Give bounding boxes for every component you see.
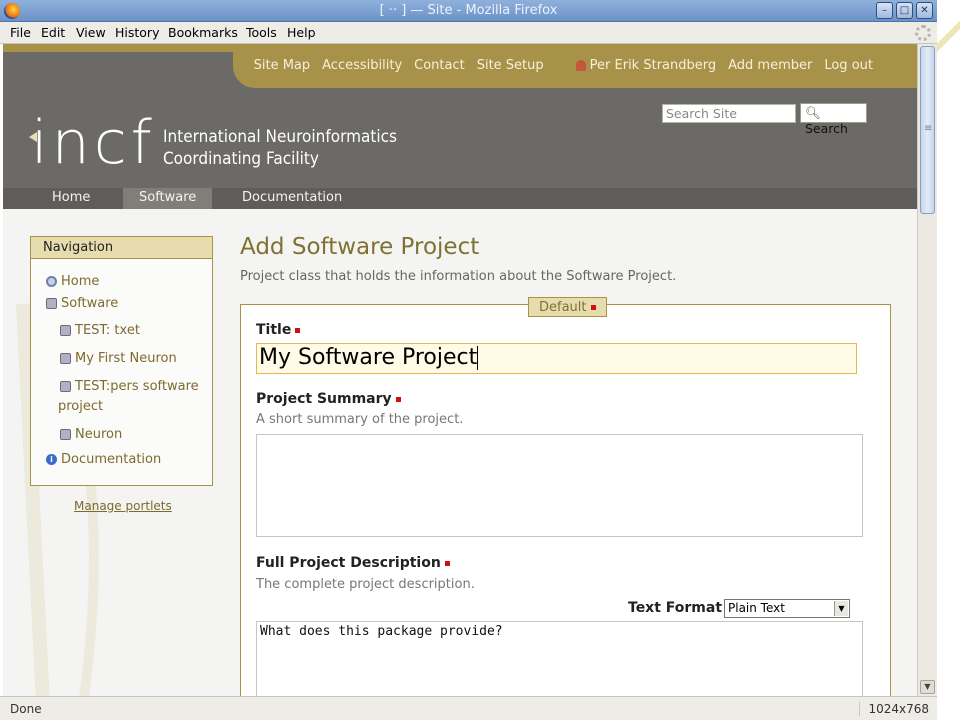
title-label: Title: [256, 322, 301, 338]
title-input[interactable]: My Software Project: [256, 343, 857, 374]
title-input-value: My Software Project: [259, 345, 478, 370]
summary-label-text: Project Summary: [256, 391, 392, 407]
scroll-down-arrow-icon[interactable]: ▼: [920, 680, 935, 694]
fieldset-legend[interactable]: Default: [528, 297, 607, 317]
software-icon: [46, 298, 57, 309]
close-button[interactable]: ✕: [916, 2, 933, 19]
status-text: Done: [10, 702, 42, 716]
summary-textarea[interactable]: [256, 434, 863, 537]
nav-item-test-txet[interactable]: TEST: txet: [60, 321, 140, 341]
menu-view[interactable]: View: [76, 25, 106, 40]
add-member-link[interactable]: Add member: [728, 58, 812, 73]
home-icon: [46, 276, 57, 287]
global-nav: Home Software Documentation: [3, 188, 917, 209]
nav-item-label-cont: project: [58, 399, 104, 414]
summary-label: Project Summary: [256, 391, 401, 407]
window-titlebar: [ ·· ] — Site - Mozilla Firefox – □ ✕: [0, 0, 937, 22]
maximize-button[interactable]: □: [896, 2, 913, 19]
required-marker: [590, 305, 596, 310]
page-description: Project class that holds the information…: [240, 269, 677, 284]
portlet-header: Navigation: [31, 237, 212, 259]
full-description-textarea[interactable]: What does this package provide?: [256, 621, 863, 696]
nav-item-my-first-neuron[interactable]: My First Neuron: [60, 349, 177, 369]
nav-item-label: TEST: txet: [75, 323, 140, 338]
text-format-select[interactable]: Plain Text ▼: [724, 599, 850, 618]
required-marker: [395, 396, 401, 402]
software-icon: [60, 325, 71, 336]
full-description-label: Full Project Description: [256, 555, 450, 571]
statusbar: Done 1024x768: [0, 696, 937, 720]
site-setup-link[interactable]: Site Setup: [477, 58, 544, 73]
search-button-label: Search: [805, 121, 848, 136]
menu-history[interactable]: History: [115, 25, 159, 40]
logo-name-line1: International Neuroinformatics: [163, 127, 398, 147]
desktop-decoration: [937, 17, 960, 103]
info-icon: i: [46, 454, 57, 465]
logo-name: International Neuroinformatics Coordinat…: [163, 126, 397, 170]
site-map-link[interactable]: Site Map: [254, 58, 311, 73]
software-icon: [60, 429, 71, 440]
page-viewport: Site Map Accessibility Contact Site Setu…: [3, 44, 917, 696]
text-format-value: Plain Text: [728, 601, 785, 615]
desktop-background: [937, 0, 960, 720]
nav-item-test-pers-cont[interactable]: project: [58, 397, 103, 417]
status-resolution: 1024x768: [859, 702, 929, 716]
nav-item-label: Neuron: [75, 427, 123, 442]
contact-link[interactable]: Contact: [414, 58, 465, 73]
text-caret: [477, 346, 479, 370]
required-marker: [295, 327, 301, 333]
minimize-button[interactable]: –: [876, 2, 893, 19]
full-description-help: The complete project description.: [256, 577, 475, 592]
legend-label: Default: [539, 300, 587, 315]
menubar: File Edit View History Bookmarks Tools H…: [0, 22, 937, 44]
full-description-label-text: Full Project Description: [256, 555, 441, 571]
user-icon: [575, 60, 586, 71]
tab-home[interactable]: Home: [36, 188, 106, 209]
nav-item-label: Home: [61, 274, 100, 289]
tab-software[interactable]: Software: [123, 188, 213, 209]
search-icon: 🔍︎: [805, 105, 821, 120]
menu-tools[interactable]: Tools: [246, 25, 277, 40]
window-title: [ ·· ] — Site - Mozilla Firefox: [379, 3, 558, 18]
nav-item-label: TEST:pers software: [75, 379, 199, 394]
title-label-text: Title: [256, 322, 292, 338]
nav-item-label: Documentation: [61, 452, 162, 467]
nav-item-label: Software: [61, 296, 119, 311]
menu-help[interactable]: Help: [287, 25, 316, 40]
software-icon: [60, 381, 71, 392]
nav-item-test-pers[interactable]: TEST:pers software: [60, 377, 199, 397]
summary-help: A short summary of the project.: [256, 412, 464, 427]
site-logo[interactable]: incf: [31, 108, 156, 178]
nav-item-neuron[interactable]: Neuron: [60, 425, 122, 445]
tab-documentation[interactable]: Documentation: [226, 188, 358, 209]
menu-bookmarks[interactable]: Bookmarks: [168, 25, 238, 40]
page-title: Add Software Project: [240, 234, 480, 260]
manage-portlets-link[interactable]: Manage portlets: [74, 499, 172, 513]
required-marker: [444, 560, 450, 566]
software-icon: [60, 353, 71, 364]
logo-name-line2: Coordinating Facility: [163, 149, 319, 169]
user-name: Per Erik Strandberg: [589, 58, 717, 73]
scrollbar-thumb[interactable]: [920, 46, 935, 214]
throbber-icon: [915, 25, 931, 41]
menu-edit[interactable]: Edit: [41, 25, 65, 40]
nav-item-home[interactable]: Home: [46, 272, 99, 292]
vertical-scrollbar[interactable]: ▼: [917, 44, 937, 696]
menu-file[interactable]: File: [10, 25, 31, 40]
accessibility-link[interactable]: Accessibility: [322, 58, 402, 73]
search-button[interactable]: 🔍︎Search: [800, 103, 867, 136]
nav-item-software[interactable]: Software: [46, 294, 118, 314]
logout-link[interactable]: Log out: [824, 58, 873, 73]
nav-item-documentation[interactable]: i Documentation: [46, 450, 161, 470]
search-input[interactable]: Search Site: [662, 104, 796, 123]
nav-item-label: My First Neuron: [75, 351, 177, 366]
site-actions: Site Map Accessibility Contact Site Setu…: [254, 58, 873, 73]
site-header: Site Map Accessibility Contact Site Setu…: [3, 44, 917, 209]
user-link[interactable]: Per Erik Strandberg: [575, 58, 717, 73]
text-format-label: Text Format: [628, 600, 723, 616]
dropdown-arrow-icon: ▼: [834, 601, 848, 616]
